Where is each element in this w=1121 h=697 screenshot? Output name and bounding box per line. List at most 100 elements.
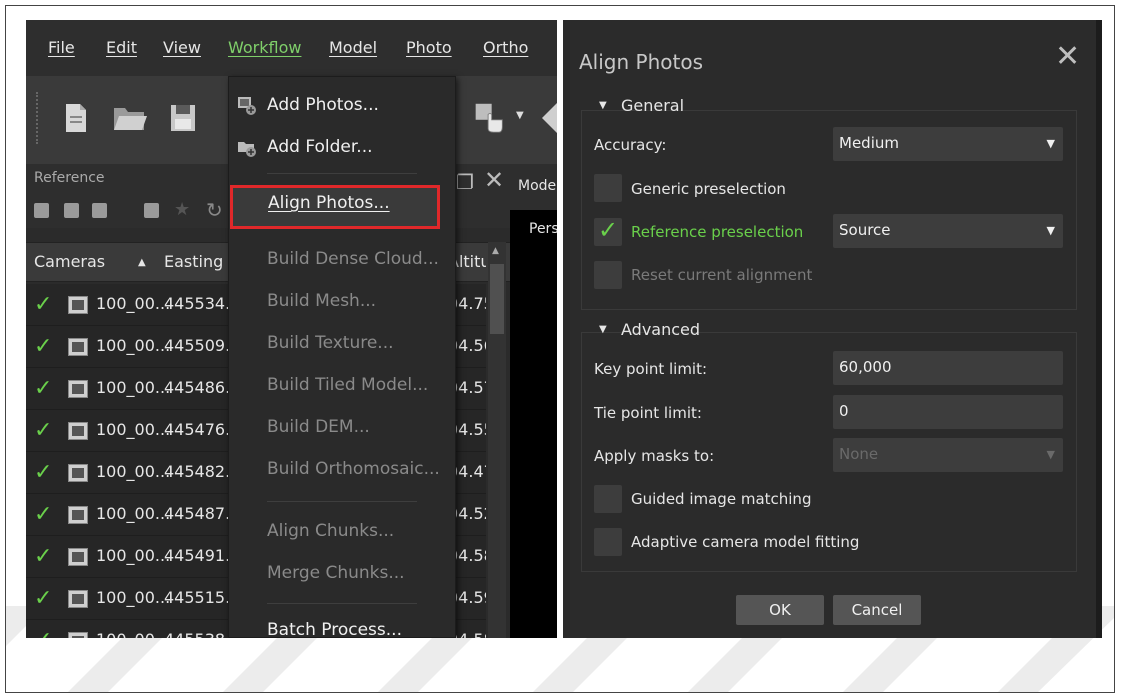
check-icon[interactable]: ✓ bbox=[34, 292, 52, 317]
generic-preselection-checkbox[interactable] bbox=[594, 174, 622, 202]
toolbar-grip-icon[interactable] bbox=[36, 92, 40, 144]
camera-settings-icon[interactable] bbox=[92, 203, 107, 218]
reference-preselection-checkbox[interactable]: ✓ bbox=[594, 216, 622, 246]
easting-value: 445515.1 bbox=[164, 588, 228, 607]
workflow-menu: Add Photos... Add Folder... Align Photos… bbox=[228, 76, 456, 638]
main-window-screenshot: File Edit View Workflow Model Photo Orth… bbox=[26, 20, 557, 638]
import-icon[interactable] bbox=[34, 203, 49, 218]
menu-item-build-orthomosaic[interactable]: Build Orthomosaic... bbox=[229, 451, 455, 489]
key-point-limit-value: 60,000 bbox=[839, 358, 892, 376]
menu-item-add-photos[interactable]: Add Photos... bbox=[229, 87, 455, 125]
tool-dropdown-icon[interactable]: ▼ bbox=[516, 110, 524, 121]
column-easting[interactable]: Easting bbox=[164, 252, 228, 271]
select-shape-icon[interactable] bbox=[534, 102, 557, 134]
easting-value: 445482.2 bbox=[164, 462, 228, 481]
sort-asc-icon[interactable]: ▲ bbox=[138, 257, 146, 268]
generic-preselection-label: Generic preselection bbox=[631, 180, 786, 198]
camera-name: 100_00... bbox=[96, 420, 171, 439]
calculator-icon[interactable] bbox=[144, 203, 159, 218]
check-icon[interactable]: ✓ bbox=[34, 460, 52, 485]
menu-bar: File Edit View Workflow Model Photo Orth… bbox=[26, 20, 557, 76]
close-icon[interactable]: ✕ bbox=[1055, 42, 1080, 72]
menu-item-build-dem[interactable]: Build DEM... bbox=[229, 409, 455, 447]
menu-model[interactable]: Model bbox=[329, 38, 377, 57]
panel-close-icon[interactable]: ✕ bbox=[484, 166, 504, 194]
check-icon[interactable]: ✓ bbox=[34, 502, 52, 527]
menu-item-label: Add Folder... bbox=[267, 137, 373, 157]
tie-point-limit-input[interactable]: 0 bbox=[833, 395, 1063, 429]
guided-matching-checkbox[interactable] bbox=[594, 485, 622, 513]
camera-name: 100_00... bbox=[96, 336, 171, 355]
reset-alignment-checkbox[interactable] bbox=[594, 261, 622, 289]
camera-name: 100_00... bbox=[96, 588, 171, 607]
key-point-limit-input[interactable]: 60,000 bbox=[833, 351, 1063, 385]
menu-item-build-texture[interactable]: Build Texture... bbox=[229, 325, 455, 363]
menu-edit[interactable]: Edit bbox=[106, 38, 137, 57]
check-icon[interactable]: ✓ bbox=[34, 376, 52, 401]
model-viewport[interactable]: Model Persp bbox=[510, 164, 557, 638]
column-cameras[interactable]: Cameras bbox=[34, 252, 105, 271]
menu-photo[interactable]: Photo bbox=[406, 38, 452, 57]
check-icon[interactable]: ✓ bbox=[34, 544, 52, 569]
collapse-advanced-icon[interactable]: ▼ bbox=[599, 324, 607, 335]
accuracy-select[interactable]: Medium ▼ bbox=[833, 127, 1063, 161]
restore-icon[interactable]: ❐ bbox=[456, 170, 474, 194]
viewport-tabbar: Model bbox=[510, 164, 557, 210]
menu-item-build-dense-cloud[interactable]: Build Dense Cloud... bbox=[229, 241, 455, 279]
general-group-title: General bbox=[621, 96, 685, 115]
menu-view[interactable]: View bbox=[163, 38, 201, 57]
menu-item-align-photos[interactable]: Align Photos... bbox=[230, 185, 440, 229]
align-photos-dialog: Align Photos ✕ ▼ General Accuracy: Mediu… bbox=[563, 20, 1102, 638]
ok-button[interactable]: OK bbox=[736, 595, 824, 625]
table-scrollbar[interactable]: ▲ bbox=[488, 242, 506, 638]
menu-file[interactable]: File bbox=[48, 38, 75, 57]
menu-item-add-folder[interactable]: Add Folder... bbox=[229, 129, 455, 167]
easting-value: 445491.2 bbox=[164, 546, 228, 565]
image-icon bbox=[68, 506, 88, 524]
cancel-button[interactable]: Cancel bbox=[833, 595, 921, 625]
menu-item-label: Align Photos... bbox=[268, 193, 390, 213]
check-icon[interactable]: ✓ bbox=[34, 628, 52, 638]
reference-preselection-value: Source bbox=[839, 221, 891, 239]
image-icon bbox=[68, 296, 88, 314]
menu-item-merge-chunks[interactable]: Merge Chunks... bbox=[229, 555, 455, 593]
adaptive-fitting-checkbox[interactable] bbox=[594, 528, 622, 556]
menu-item-build-mesh[interactable]: Build Mesh... bbox=[229, 283, 455, 321]
tie-point-limit-label: Tie point limit: bbox=[594, 404, 702, 422]
scroll-up-icon[interactable]: ▲ bbox=[492, 246, 499, 256]
image-icon bbox=[68, 464, 88, 482]
camera-name: 100_00... bbox=[96, 294, 171, 313]
dialog-title: Align Photos bbox=[579, 50, 703, 74]
scrollbar-thumb[interactable] bbox=[490, 264, 504, 334]
image-icon bbox=[68, 422, 88, 440]
menu-item-label: Build DEM... bbox=[267, 417, 370, 437]
export-icon[interactable] bbox=[64, 203, 79, 218]
menu-item-label: Add Photos... bbox=[267, 95, 379, 115]
menu-item-build-tiled-model[interactable]: Build Tiled Model... bbox=[229, 367, 455, 405]
tab-model[interactable]: Model bbox=[518, 178, 557, 194]
image-icon bbox=[68, 338, 88, 356]
navigation-tool-icon[interactable] bbox=[472, 102, 506, 134]
refresh-icon[interactable]: ↻ bbox=[206, 198, 223, 222]
image-icon bbox=[68, 548, 88, 566]
camera-name: 100_00... bbox=[96, 546, 171, 565]
menu-item-align-chunks[interactable]: Align Chunks... bbox=[229, 513, 455, 551]
open-folder-icon[interactable] bbox=[112, 102, 148, 134]
key-point-limit-label: Key point limit: bbox=[594, 360, 708, 378]
star-icon[interactable]: ★ bbox=[174, 199, 190, 220]
new-document-icon[interactable] bbox=[64, 102, 88, 134]
check-icon[interactable]: ✓ bbox=[34, 586, 52, 611]
collapse-general-icon[interactable]: ▼ bbox=[599, 100, 607, 111]
menu-ortho[interactable]: Ortho bbox=[483, 38, 528, 57]
check-icon[interactable]: ✓ bbox=[34, 418, 52, 443]
reset-alignment-label: Reset current alignment bbox=[631, 266, 813, 284]
menu-item-batch-process[interactable]: Batch Process... bbox=[229, 612, 455, 638]
chevron-down-icon: ▼ bbox=[1046, 137, 1055, 150]
accuracy-label: Accuracy: bbox=[594, 136, 667, 154]
apply-masks-select[interactable]: None ▼ bbox=[833, 438, 1063, 472]
reference-preselection-select[interactable]: Source ▼ bbox=[833, 214, 1063, 248]
check-icon[interactable]: ✓ bbox=[34, 334, 52, 359]
save-icon[interactable] bbox=[169, 102, 197, 134]
menu-separator bbox=[267, 603, 417, 604]
menu-workflow[interactable]: Workflow bbox=[228, 38, 301, 57]
